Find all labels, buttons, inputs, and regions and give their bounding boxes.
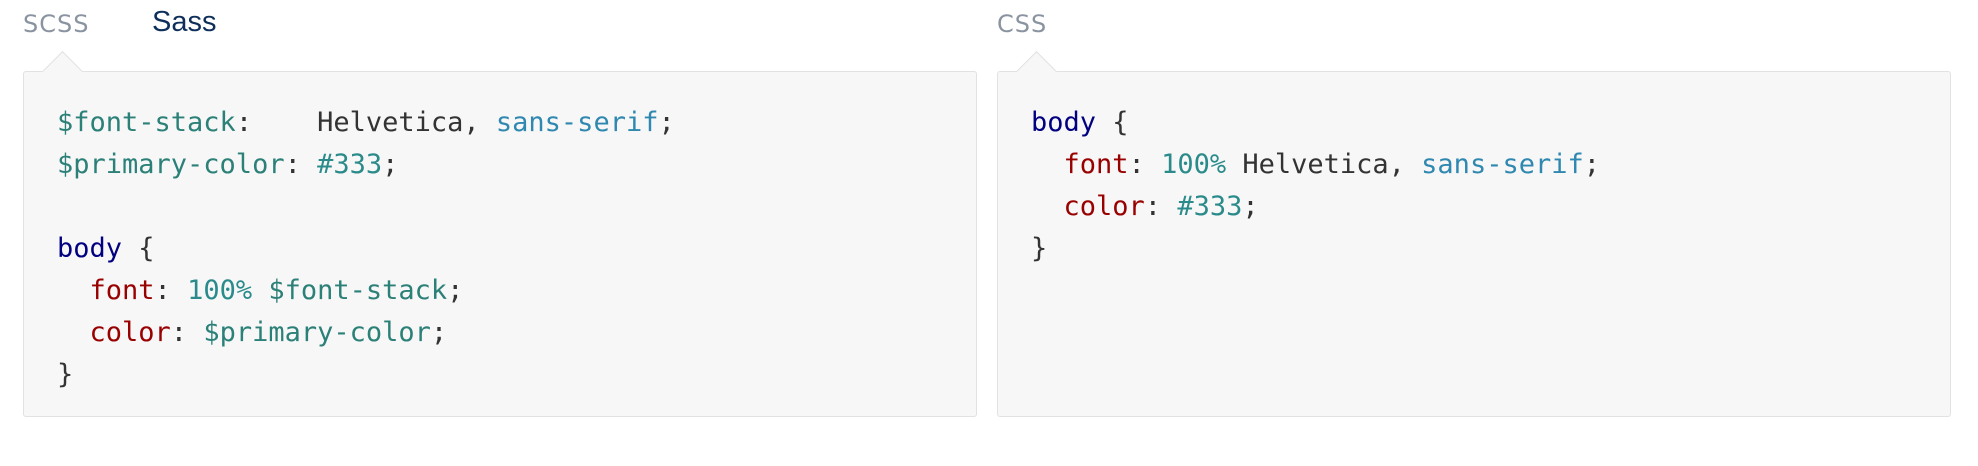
code-token-plain: Helvetica, [317, 107, 496, 138]
source-code-box: $font-stack: Helvetica, sans-serif; $prim… [23, 50, 977, 417]
code-token-str: sans-serif [1421, 149, 1584, 180]
code-token-plain: : [235, 107, 318, 138]
code-line: $font-stack: Helvetica, sans-serif; [57, 102, 675, 144]
tab-scss[interactable]: SCSS [23, 8, 89, 40]
code-token-plain: { [1096, 107, 1129, 138]
code-token-str: sans-serif [495, 107, 659, 138]
code-token-var: $primary-color [57, 149, 285, 180]
source-tabs: SCSS Sass [23, 0, 977, 72]
code-token-plain: ; [447, 275, 464, 306]
code-line: body { [1031, 102, 1600, 144]
code-token-prop: color [1063, 191, 1145, 222]
code-token-plain: } [57, 359, 74, 390]
code-token-prop: font [1063, 149, 1129, 180]
output-tabs: CSS [997, 0, 1951, 72]
code-token-var: $font-stack [268, 275, 448, 306]
code-token-plain: ; [430, 317, 448, 348]
code-line: } [1031, 228, 1600, 270]
output-code-box: body { font: 100% Helvetica, sans-serif;… [997, 50, 1951, 417]
source-code-block: $font-stack: Helvetica, sans-serif; $prim… [57, 102, 675, 396]
code-token-plain: ; [1583, 149, 1600, 180]
output-code-block: body { font: 100% Helvetica, sans-serif;… [1031, 102, 1600, 270]
code-token-plain: { [122, 233, 155, 264]
code-token-prop: color [89, 317, 171, 348]
code-line: color: $primary-color; [57, 312, 675, 354]
code-line: color: #333; [1031, 186, 1600, 228]
code-token-plain: } [1031, 233, 1048, 264]
code-token-num: 100% [187, 275, 253, 306]
code-line: $primary-color: #333; [57, 144, 675, 186]
code-token-plain: ; [658, 107, 675, 138]
code-token-plain: ; [1242, 191, 1259, 222]
code-token-plain: : [170, 317, 204, 348]
code-line: } [57, 354, 675, 396]
code-token-sel: body [57, 233, 123, 264]
code-example-stage: SCSS Sass $font-stack: Helvetica, sans-s… [0, 0, 1978, 466]
code-token-plain: : [1144, 191, 1178, 222]
code-token-plain: : [154, 275, 188, 306]
code-token-num: 100% [1161, 149, 1227, 180]
code-line: body { [57, 228, 675, 270]
code-token-var: $primary-color [203, 317, 431, 348]
source-code-panel: SCSS Sass $font-stack: Helvetica, sans-s… [23, 0, 977, 420]
code-token-num: #333 [1177, 191, 1243, 222]
code-token-num: #333 [317, 149, 383, 180]
code-line: font: 100% Helvetica, sans-serif; [1031, 144, 1600, 186]
code-token-prop: font [89, 275, 155, 306]
code-token-var: $font-stack [57, 107, 236, 138]
code-token-sel: body [1031, 107, 1097, 138]
code-token-plain: : [284, 149, 318, 180]
code-token-plain: : [1128, 149, 1162, 180]
tab-css[interactable]: CSS [997, 8, 1047, 40]
output-code-panel: CSS body { font: 100% Helvetica, sans-se… [997, 0, 1951, 420]
code-token-plain: ; [382, 149, 399, 180]
tab-sass[interactable]: Sass [152, 6, 216, 38]
code-token-plain: Helvetica, [1226, 149, 1422, 180]
code-line: font: 100% $font-stack; [57, 270, 675, 312]
